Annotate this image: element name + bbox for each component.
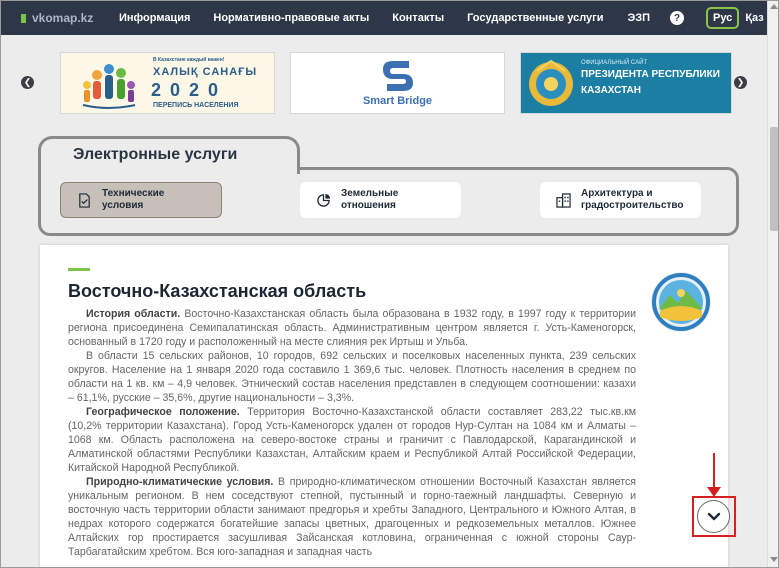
banner-president-site[interactable]: ОФИЦИАЛЬНЫЙ САЙТ ПРЕЗИДЕНТА РЕСПУБЛИКИ К… bbox=[520, 52, 732, 114]
service-label: Технические условия bbox=[102, 188, 165, 211]
region-info-card: Восточно-Казахстанская область История о… bbox=[40, 245, 728, 567]
nav-item-information[interactable]: Информация bbox=[119, 12, 190, 24]
paragraph-geography: Географическое положение. Территория Вос… bbox=[68, 406, 636, 474]
president-site-country: КАЗАХСТАН bbox=[581, 85, 641, 96]
document-icon bbox=[79, 192, 90, 208]
nav-item-public-services[interactable]: Государственные услуги bbox=[467, 12, 603, 24]
president-site-title: ПРЕЗИДЕНТА РЕСПУБЛИКИ bbox=[581, 69, 720, 80]
carousel-next-icon[interactable]: ❯ bbox=[734, 76, 747, 89]
president-site-caption: ОФИЦИАЛЬНЫЙ САЙТ bbox=[581, 60, 648, 66]
lang-ru-button[interactable]: Рус bbox=[706, 7, 740, 29]
logo-mark-icon bbox=[21, 13, 26, 23]
scroll-down-arrow-icon[interactable] bbox=[770, 557, 778, 562]
banner-census-2020[interactable]: В Казахстане каждый важен! ХАЛЫҚ САНАҒЫ … bbox=[60, 52, 275, 114]
help-icon[interactable]: ? bbox=[670, 11, 684, 25]
browser-viewport: vkomap.kz Информация Нормативно-правовые… bbox=[0, 0, 779, 568]
census-people-icon bbox=[82, 64, 136, 109]
census-slogan: В Казахстане каждый важен! bbox=[153, 57, 225, 63]
state-emblem-icon bbox=[529, 59, 573, 106]
annotation-arrow-line bbox=[713, 453, 715, 491]
paragraph-history: История области. Восточно-Казахстанская … bbox=[68, 308, 636, 348]
site-logo[interactable]: vkomap.kz bbox=[21, 11, 107, 25]
census-title: ХАЛЫҚ САНАҒЫ bbox=[153, 66, 258, 78]
nav-item-contacts[interactable]: Контакты bbox=[392, 12, 444, 24]
page-title: Восточно-Казахстанская область bbox=[68, 281, 367, 301]
paragraph-climate: Природно-климатические условия. В природ… bbox=[68, 476, 636, 558]
service-label: Земельные отношения bbox=[341, 188, 399, 211]
nav-item-legal-acts[interactable]: Нормативно-правовые акты bbox=[213, 12, 369, 24]
logo-text: vkomap.kz bbox=[32, 11, 94, 25]
e-services-title: Электронные услуги bbox=[73, 146, 238, 163]
lang-kz-button[interactable]: Қаз bbox=[745, 12, 763, 24]
chevron-down-icon bbox=[707, 512, 720, 520]
pie-chart-icon bbox=[317, 193, 331, 207]
scroll-up-arrow-icon[interactable] bbox=[770, 4, 778, 9]
scrollbar-thumb[interactable] bbox=[770, 127, 778, 231]
top-nav: vkomap.kz Информация Нормативно-правовые… bbox=[1, 1, 767, 35]
smart-bridge-label: Smart Bridge bbox=[362, 95, 433, 107]
title-accent-line bbox=[68, 268, 90, 271]
smart-bridge-logo-icon bbox=[383, 61, 413, 91]
service-architecture-button[interactable]: Архитектура и градостроительство bbox=[540, 182, 701, 218]
nav-item-ezp[interactable]: ЭЗП bbox=[628, 12, 650, 24]
census-year: 2020 bbox=[151, 80, 228, 100]
service-label: Архитектура и градостроительство bbox=[581, 188, 684, 211]
carousel-prev-icon[interactable]: ❮ bbox=[21, 76, 34, 89]
buildings-icon bbox=[556, 192, 571, 208]
scroll-down-button[interactable] bbox=[697, 500, 730, 533]
region-emblem-icon bbox=[651, 272, 711, 332]
paragraph-population: В области 15 сельских районов, 10 городо… bbox=[68, 350, 636, 404]
service-land-relations-button[interactable]: Земельные отношения bbox=[300, 182, 461, 218]
banner-smart-bridge[interactable]: Smart Bridge bbox=[290, 52, 505, 114]
region-description: История области. Восточно-Казахстанская … bbox=[68, 307, 636, 559]
census-subtitle: ПЕРЕПИСЬ НАСЕЛЕНИЯ bbox=[153, 102, 239, 109]
page-scrollbar[interactable] bbox=[767, 1, 778, 567]
e-services-tab: Электронные услуги bbox=[38, 136, 300, 174]
service-technical-conditions-button[interactable]: Технические условия bbox=[60, 182, 222, 218]
